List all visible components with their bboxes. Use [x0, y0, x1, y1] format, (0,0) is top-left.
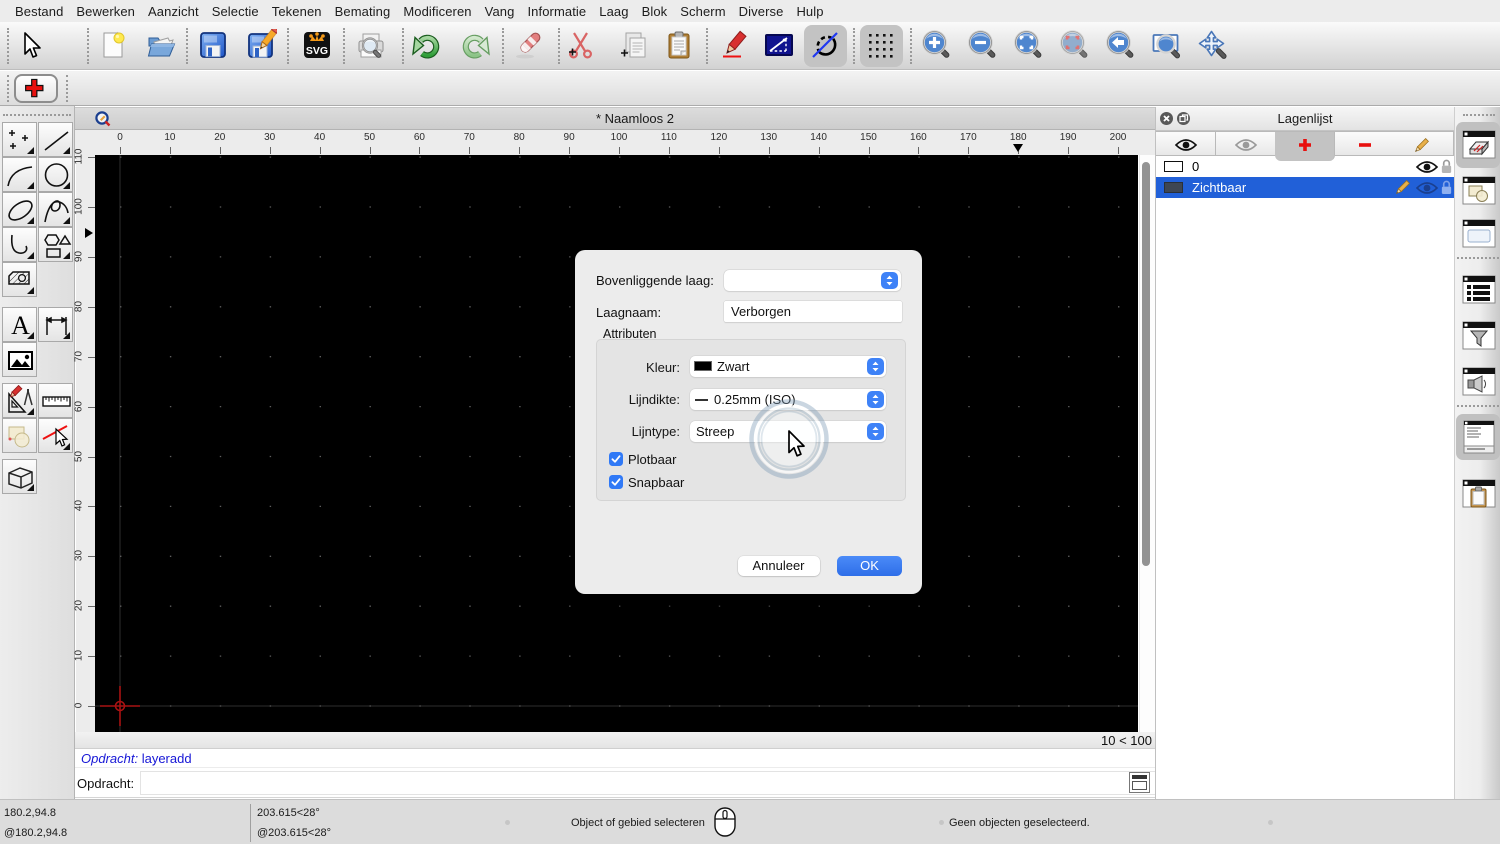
svg-text:SVG: SVG	[306, 45, 328, 57]
